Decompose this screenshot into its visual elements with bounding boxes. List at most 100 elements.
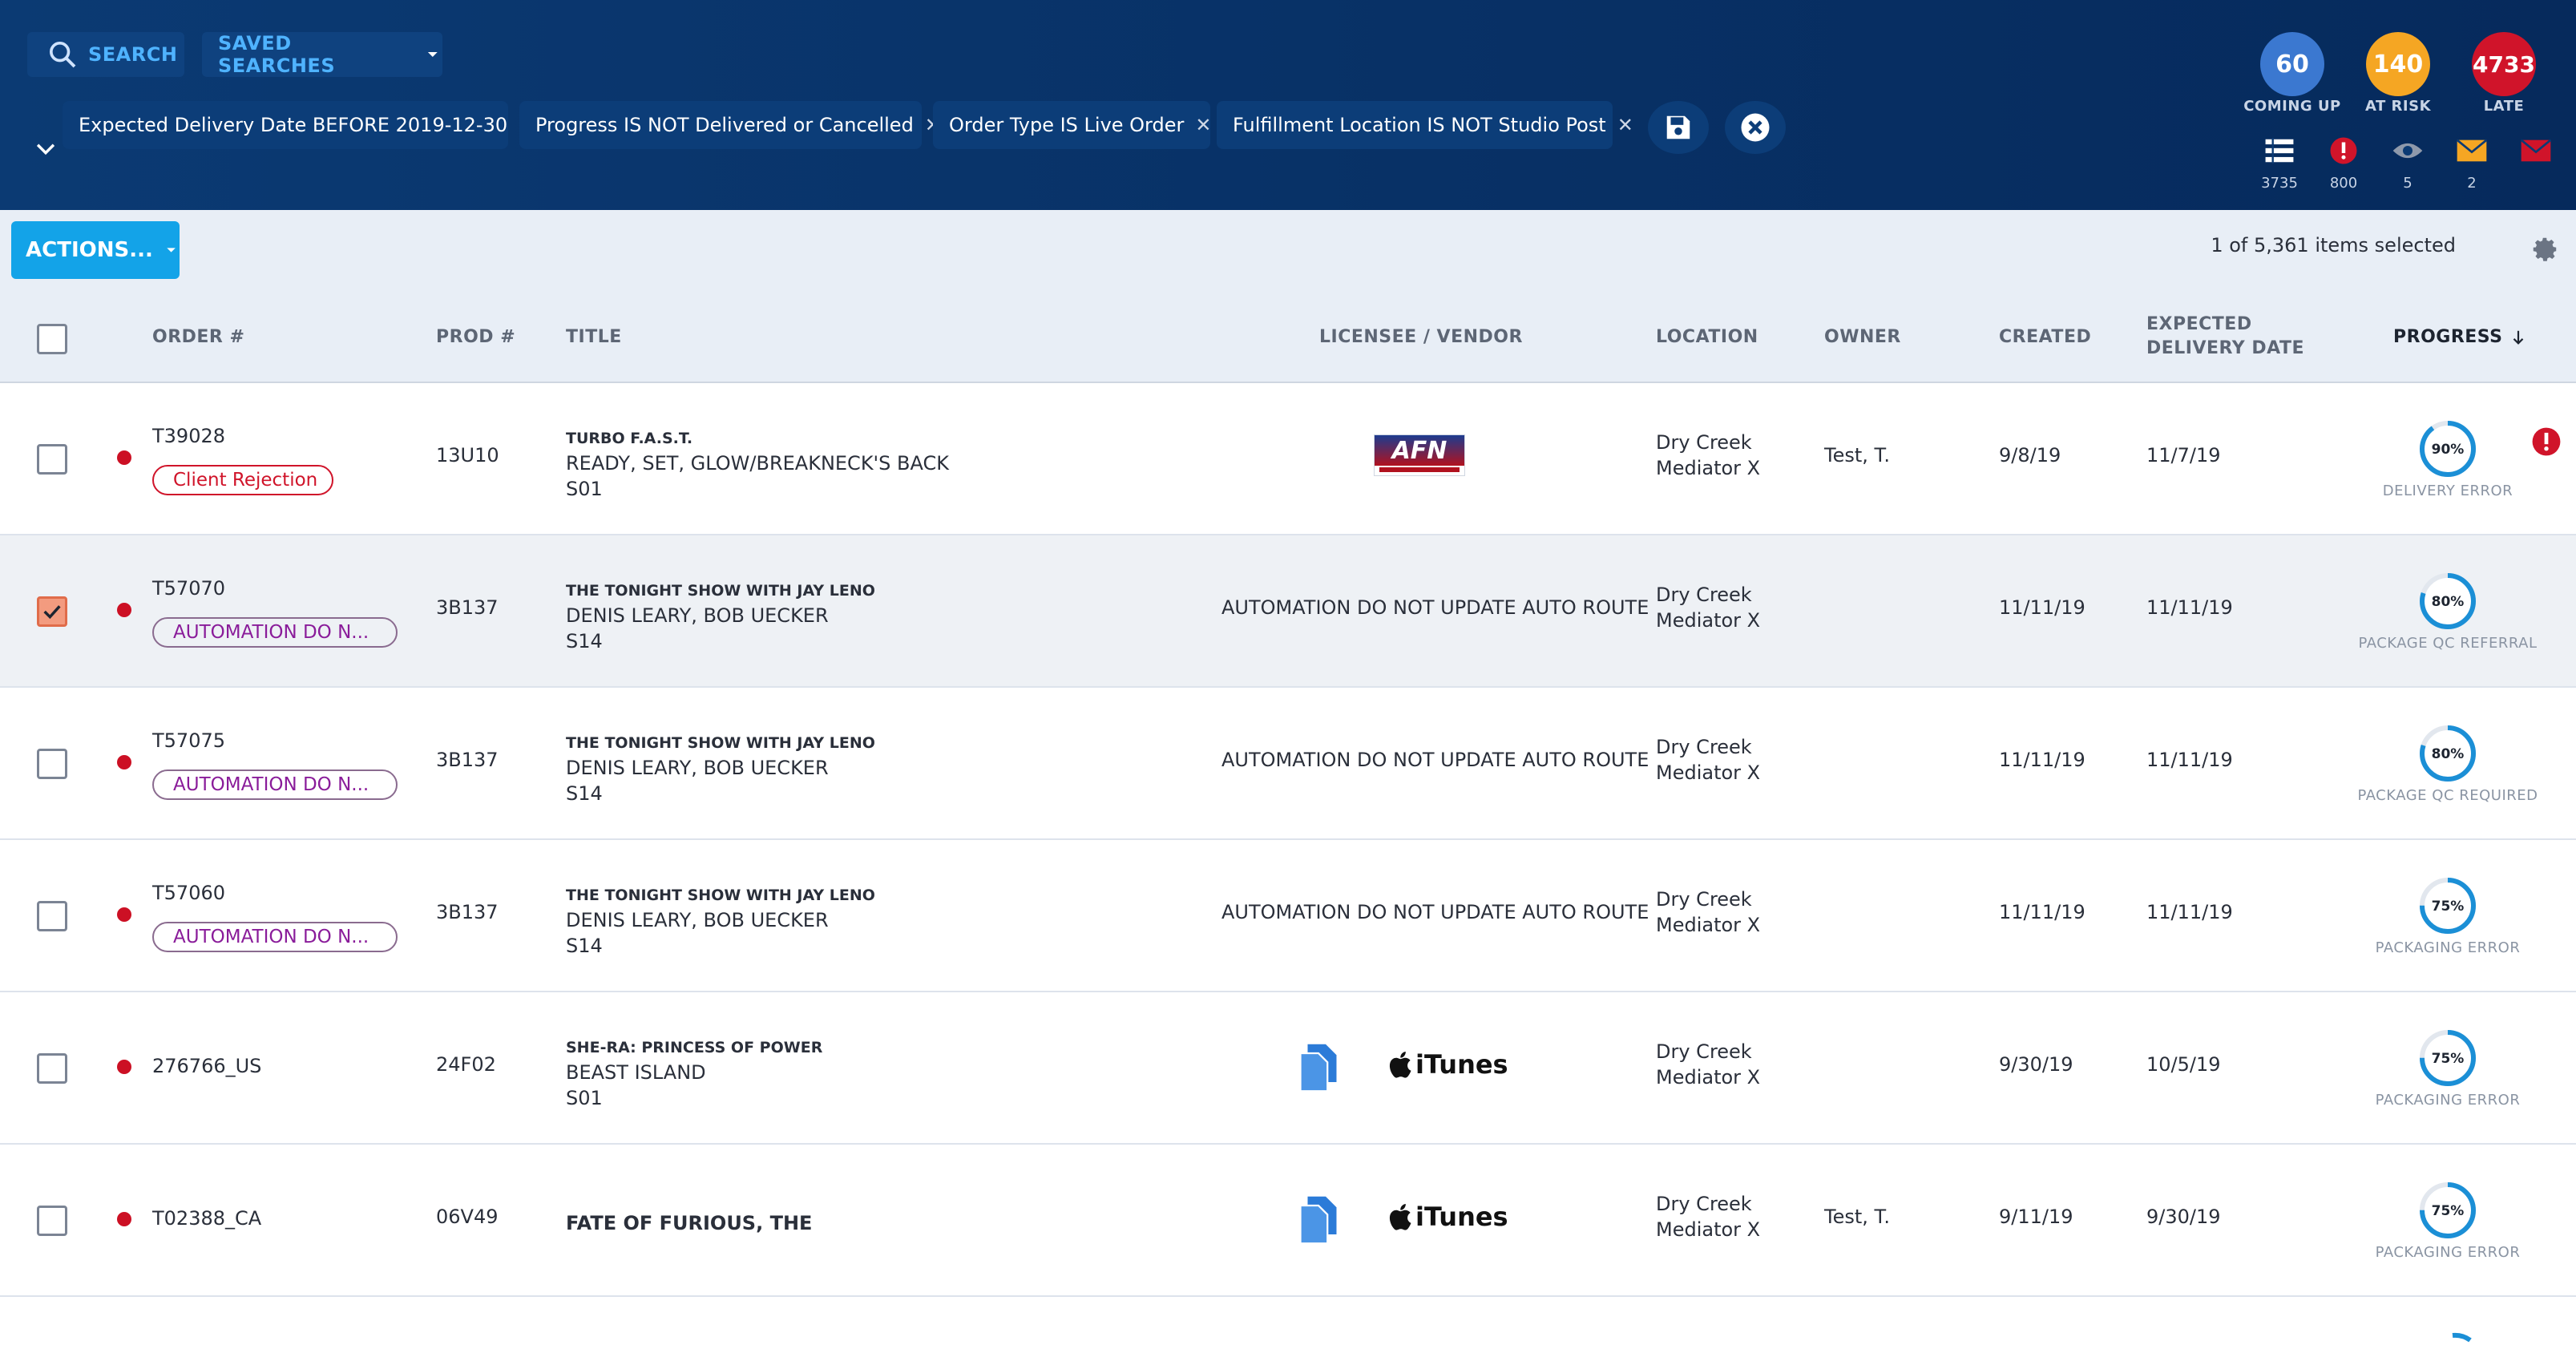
saved-searches-dropdown[interactable]: SAVED SEARCHES	[202, 32, 442, 77]
clear-search-button[interactable]	[1725, 101, 1786, 154]
progress-ring: 90%	[2420, 421, 2476, 477]
envelope-count: 2	[2467, 175, 2477, 192]
itunes-logo: iTunes	[1388, 1201, 1508, 1233]
progress-status: PACKAGE QC REFERRAL	[2358, 635, 2538, 652]
afn-logo-stripe	[1379, 467, 1460, 472]
order-number[interactable]: T02388_CA	[152, 1207, 261, 1230]
status-dot	[117, 603, 131, 617]
table-row[interactable]: T57075 AUTOMATION DO N... 3B137 THE TONI…	[0, 688, 2576, 840]
column-licensee[interactable]: LICENSEE / VENDOR	[1319, 327, 1523, 347]
table-row[interactable]: 276766_US 24F02 SHE-RA: PRINCESS OF POWE…	[0, 992, 2576, 1145]
eye-icon[interactable]	[2392, 136, 2424, 165]
column-title[interactable]: TITLE	[566, 327, 622, 347]
column-progress[interactable]: PROGRESS	[2393, 327, 2527, 347]
row-checkbox[interactable]	[37, 901, 67, 931]
alert-icon[interactable]	[2531, 426, 2562, 457]
selection-count: 1 of 5,361 items selected	[2211, 234, 2456, 256]
column-expected-line2[interactable]: DELIVERY DATE	[2146, 338, 2304, 358]
location-line2: Mediator X	[1656, 609, 1761, 632]
location-line1: Dry Creek	[1656, 584, 1752, 606]
prod-number: 3B137	[436, 901, 499, 923]
saved-searches-label: SAVED SEARCHES	[218, 32, 336, 77]
prod-number: 06V49	[436, 1206, 499, 1228]
afn-logo: AFN	[1374, 434, 1465, 476]
filter-chip[interactable]: Fulfillment Location IS NOT Studio Post ✕	[1217, 101, 1633, 149]
table-row[interactable]: T57060 AUTOMATION DO N... 3B137 THE TONI…	[0, 840, 2576, 992]
envelope-red-icon[interactable]	[2520, 136, 2552, 165]
column-expected-line1[interactable]: EXPECTED	[2146, 314, 2252, 334]
close-icon[interactable]: ✕	[1617, 114, 1633, 136]
document-copy-icon[interactable]	[1297, 1194, 1340, 1246]
location-line1: Dry Creek	[1656, 1193, 1752, 1215]
row-checkbox[interactable]	[37, 749, 67, 779]
licensee-vendor: AUTOMATION DO NOT UPDATE AUTO ROUTE	[1221, 901, 1649, 923]
floppy-disk-icon	[1666, 115, 1690, 139]
close-circle-icon	[1741, 113, 1770, 142]
progress-ring: 80%	[2420, 725, 2476, 782]
status-badge: AUTOMATION DO N...	[152, 617, 398, 648]
progress-ring: 75%	[2420, 1030, 2476, 1086]
column-location[interactable]: LOCATION	[1656, 327, 1758, 347]
order-number[interactable]: T57075	[152, 729, 225, 752]
status-dot	[117, 1212, 131, 1226]
created-date: 9/30/19	[1999, 1053, 2073, 1076]
table-row[interactable]: T57070 AUTOMATION DO N... 3B137 THE TONI…	[0, 535, 2576, 688]
title-season: S14	[566, 630, 603, 652]
filter-chip[interactable]: Order Type IS Live Order ✕	[933, 101, 1211, 149]
column-prod[interactable]: PROD #	[436, 327, 515, 347]
envelope-icon[interactable]	[2456, 136, 2488, 165]
title-season: S01	[566, 478, 603, 500]
location-line2: Mediator X	[1656, 1218, 1761, 1241]
filter-chip[interactable]: Expected Delivery Date BEFORE 2019-12-30…	[63, 101, 535, 149]
order-number[interactable]: T57070	[152, 577, 225, 600]
document-copy-icon[interactable]	[1297, 1042, 1340, 1093]
location-line1: Dry Creek	[1656, 431, 1752, 454]
close-icon[interactable]: ✕	[1195, 114, 1211, 136]
column-created[interactable]: CREATED	[1999, 327, 2091, 347]
eye-count: 5	[2403, 175, 2412, 192]
status-dot	[117, 755, 131, 769]
status-dot	[117, 907, 131, 922]
row-checkbox[interactable]	[37, 1053, 67, 1084]
location-line2: Mediator X	[1656, 761, 1761, 784]
expected-date: 10/5/19	[2146, 1053, 2221, 1076]
gear-icon[interactable]	[2530, 234, 2560, 265]
late-count[interactable]: 4733	[2472, 32, 2536, 96]
column-order[interactable]: ORDER #	[152, 327, 244, 347]
created-date: 11/11/19	[1999, 901, 2085, 923]
row-checkbox[interactable]	[37, 1206, 67, 1236]
caret-down-icon	[428, 52, 438, 57]
title-season: S14	[566, 935, 603, 957]
coming-up-count[interactable]: 60	[2260, 32, 2324, 96]
created-date: 11/11/19	[1999, 596, 2085, 619]
filter-chip[interactable]: Progress IS NOT Delivered or Cancelled✕	[519, 101, 941, 149]
filter-chip-label: Order Type IS Live Order	[949, 114, 1185, 136]
chevron-down-icon[interactable]	[32, 135, 59, 162]
status-badge: AUTOMATION DO N...	[152, 922, 398, 952]
filter-header: SEARCH SAVED SEARCHES Expected Delivery …	[0, 0, 2576, 210]
progress-percent: 80%	[2432, 594, 2465, 610]
title-series: THE TONIGHT SHOW WITH JAY LENO	[566, 582, 875, 600]
created-date: 9/8/19	[1999, 444, 2061, 467]
at-risk-count[interactable]: 140	[2366, 32, 2430, 96]
order-number[interactable]: T57060	[152, 882, 225, 904]
table-row[interactable]: T02388_CA 06V49 FATE OF FURIOUS, THE iTu…	[0, 1145, 2576, 1297]
actions-dropdown[interactable]: ACTIONS...	[11, 221, 180, 279]
expected-date: 11/11/19	[2146, 749, 2233, 771]
order-number[interactable]: T39028	[152, 425, 225, 447]
title-season: S01	[566, 1087, 603, 1109]
alert-icon[interactable]	[2328, 136, 2360, 165]
table-row[interactable]: T39028 Client Rejection 13U10 TURBO F.A.…	[0, 383, 2576, 535]
row-checkbox[interactable]	[37, 444, 67, 475]
column-owner[interactable]: OWNER	[1824, 327, 1901, 347]
select-all-checkbox[interactable]	[37, 324, 67, 354]
table-row-partial	[0, 1297, 2576, 1343]
progress-percent: 75%	[2432, 1051, 2465, 1067]
apple-icon	[1389, 1203, 1411, 1230]
row-checkbox[interactable]	[37, 596, 67, 627]
save-search-button[interactable]	[1648, 101, 1709, 154]
order-number[interactable]: 276766_US	[152, 1055, 261, 1077]
list-icon[interactable]	[2263, 136, 2295, 165]
search-button[interactable]: SEARCH	[27, 32, 184, 77]
progress-status: PACKAGING ERROR	[2375, 939, 2521, 956]
